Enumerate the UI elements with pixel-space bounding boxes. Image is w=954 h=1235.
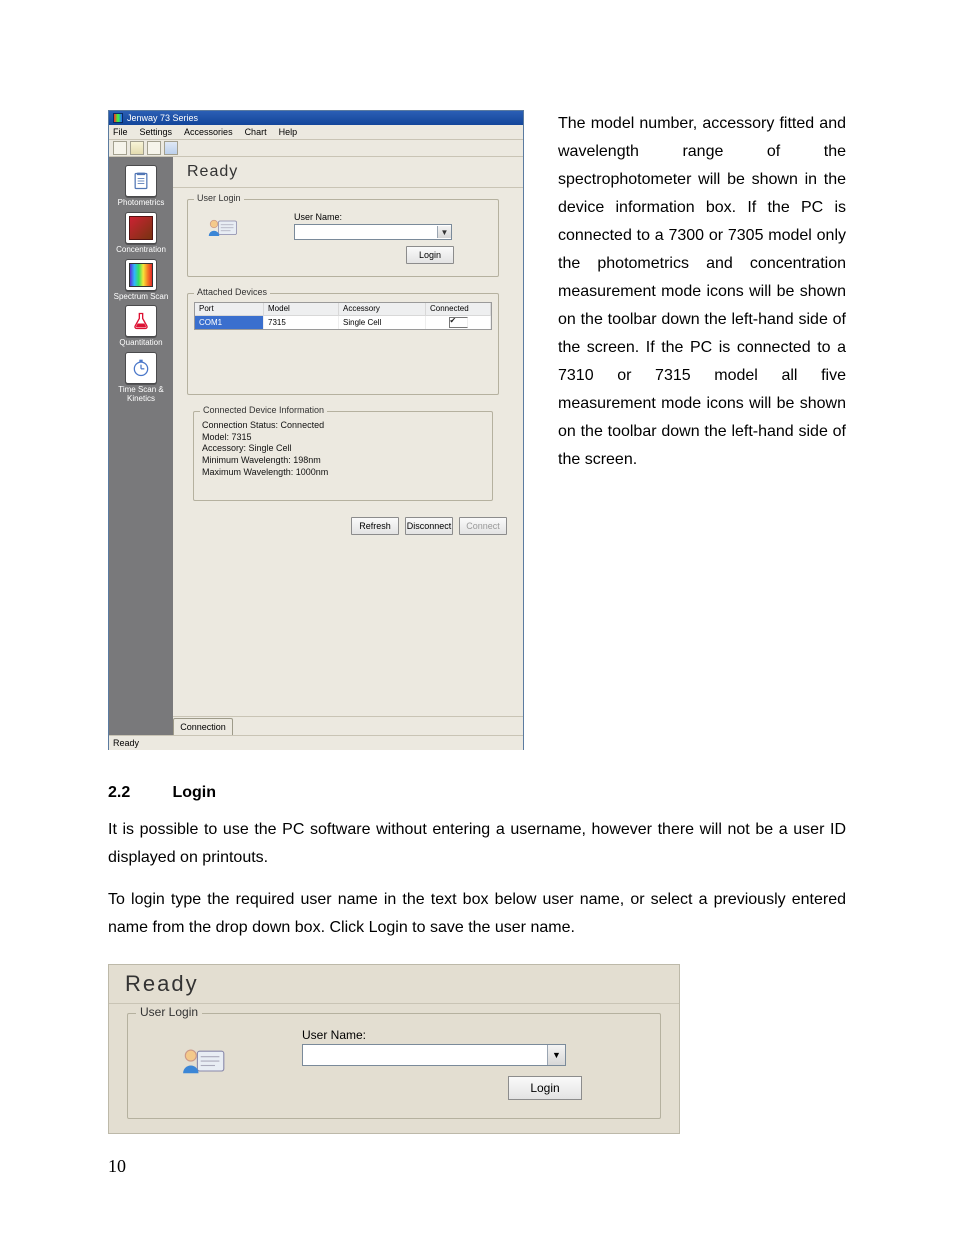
disconnect-button[interactable]: Disconnect [405, 517, 453, 535]
checkbox-checked-icon [449, 317, 468, 328]
toolbar-save-icon[interactable] [164, 141, 178, 155]
attached-devices-group: Attached Devices Port Model Accessory Co… [187, 293, 499, 395]
user-login-group: User Login User Name: ▼ Login [187, 199, 499, 277]
section-title: Login [172, 784, 216, 801]
sidebar-item-quantitation[interactable]: Quantitation [119, 305, 162, 348]
app-logo-icon [113, 113, 123, 123]
sidebar-item-label: Photometrics [118, 199, 165, 208]
bottom-tabs: Connection [173, 716, 523, 735]
ready-label: Ready [187, 163, 238, 181]
tab-connection[interactable]: Connection [173, 718, 233, 735]
toolbar-new-icon[interactable] [113, 141, 127, 155]
info-line: Minimum Wavelength: 198nm [202, 455, 328, 467]
menu-bar: File Settings Accessories Chart Help [109, 125, 523, 140]
explanatory-paragraph: The model number, accessory fitted and w… [558, 110, 846, 474]
sidebar: Photometrics Concentration Spectrum Scan [109, 157, 173, 735]
cell-model: 7315 [264, 316, 339, 329]
login-button[interactable]: Login [508, 1076, 582, 1100]
toolbar-print-icon[interactable] [147, 141, 161, 155]
info-line: Accessory: Single Cell [202, 443, 328, 455]
page-number: 10 [108, 1156, 126, 1177]
chevron-down-icon[interactable]: ▼ [437, 226, 451, 238]
group-caption: Attached Devices [194, 287, 270, 297]
connect-button[interactable]: Connect [459, 517, 507, 535]
spectrum-scan-icon [125, 259, 157, 291]
menu-file[interactable]: File [113, 127, 128, 137]
table-row[interactable]: COM1 7315 Single Cell [195, 316, 491, 329]
login-closeup: Ready User Login User Name: ▼ Login [108, 964, 680, 1134]
login-button[interactable]: Login [406, 246, 454, 264]
status-text: Ready [113, 738, 139, 748]
title-bar: Jenway 73 Series [109, 111, 523, 125]
menu-accessories[interactable]: Accessories [184, 127, 233, 137]
username-select[interactable]: ▼ [302, 1044, 566, 1066]
sidebar-item-label: Time Scan & Kinetics [109, 386, 173, 404]
timescan-icon [125, 352, 157, 384]
photometrics-icon [125, 165, 157, 197]
username-label: User Name: [294, 212, 342, 222]
group-caption: User Login [136, 1005, 202, 1019]
menu-settings[interactable]: Settings [140, 127, 173, 137]
user-icon [182, 1044, 226, 1076]
ready-label: Ready [125, 971, 199, 997]
sidebar-item-label: Quantitation [119, 339, 162, 348]
device-info-group: Connected Device Information Connection … [193, 411, 493, 501]
header-port: Port [195, 303, 264, 316]
info-line: Model: 7315 [202, 432, 328, 444]
ready-bar: Ready [173, 157, 523, 188]
header-model: Model [264, 303, 339, 316]
cell-accessory: Single Cell [339, 316, 426, 329]
menu-chart[interactable]: Chart [245, 127, 267, 137]
toolbar-open-icon[interactable] [130, 141, 144, 155]
devices-table: Port Model Accessory Connected COM1 7315… [194, 302, 492, 330]
sidebar-item-timescan[interactable]: Time Scan & Kinetics [109, 352, 173, 404]
refresh-button[interactable]: Refresh [351, 517, 399, 535]
window-title: Jenway 73 Series [127, 113, 198, 123]
table-header: Port Model Accessory Connected [195, 303, 491, 316]
section-paragraph: To login type the required user name in … [108, 886, 846, 942]
toolbar [109, 140, 523, 157]
username-label: User Name: [302, 1028, 366, 1042]
cell-port: COM1 [195, 316, 264, 329]
ready-bar: Ready [109, 965, 679, 1004]
status-bar: Ready [109, 735, 523, 750]
sidebar-item-label: Spectrum Scan [114, 293, 169, 302]
cell-connected [426, 316, 491, 329]
username-select[interactable]: ▼ [294, 224, 452, 240]
user-login-group: User Login User Name: ▼ Login [127, 1013, 661, 1119]
action-buttons: Refresh Disconnect Connect [351, 517, 507, 535]
menu-help[interactable]: Help [279, 127, 298, 137]
section-number: 2.2 [108, 784, 168, 802]
quantitation-icon [125, 305, 157, 337]
user-icon [208, 216, 238, 238]
sidebar-item-spectrum[interactable]: Spectrum Scan [114, 259, 169, 302]
group-caption: Connected Device Information [200, 405, 327, 415]
section-heading: 2.2 Login [108, 784, 846, 802]
concentration-icon [125, 212, 157, 244]
header-accessory: Accessory [339, 303, 426, 316]
device-info-text: Connection Status: Connected Model: 7315… [202, 420, 328, 478]
sidebar-item-concentration[interactable]: Concentration [116, 212, 166, 255]
section-paragraph: It is possible to use the PC software wi… [108, 816, 846, 872]
group-caption: User Login [194, 193, 244, 203]
app-window: Jenway 73 Series File Settings Accessori… [108, 110, 524, 750]
header-connected: Connected [426, 303, 491, 316]
main-pane: Ready User Login User Name: ▼ Login [173, 157, 523, 735]
sidebar-item-label: Concentration [116, 246, 166, 255]
sidebar-item-photometrics[interactable]: Photometrics [118, 165, 165, 208]
info-line: Maximum Wavelength: 1000nm [202, 467, 328, 479]
info-line: Connection Status: Connected [202, 420, 328, 432]
chevron-down-icon[interactable]: ▼ [547, 1045, 565, 1065]
